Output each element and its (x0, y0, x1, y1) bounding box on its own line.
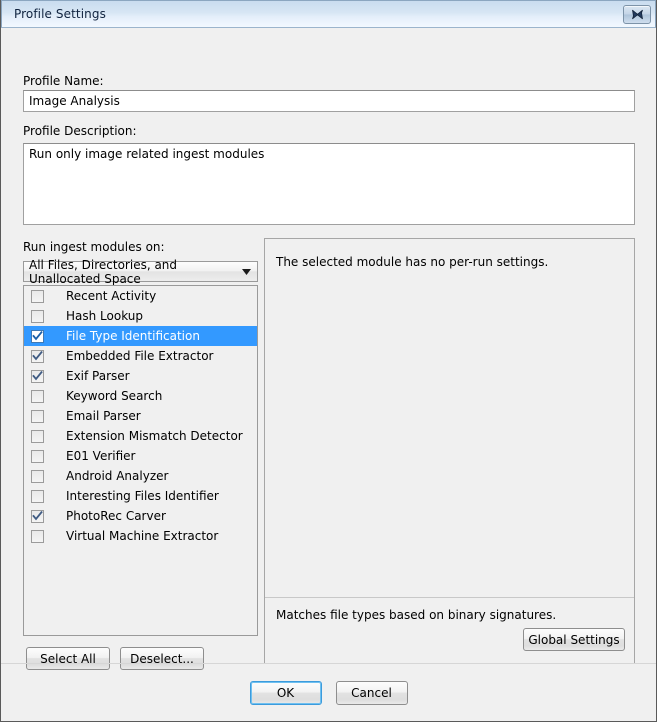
module-label: Hash Lookup (66, 309, 143, 323)
profile-description-label: Profile Description: (23, 124, 137, 138)
module-label: PhotoRec Carver (66, 509, 166, 523)
ingest-module-list[interactable]: Recent Activity Hash Lookup File Type Iden… (23, 285, 258, 636)
checkbox-unchecked-icon[interactable] (31, 530, 44, 543)
close-icon (631, 9, 644, 20)
module-label: Extension Mismatch Detector (66, 429, 243, 443)
module-settings-panel: The selected module has no per-run setti… (264, 238, 635, 664)
dialog-footer: OK Cancel (1, 663, 656, 721)
module-label: Interesting Files Identifier (66, 489, 219, 503)
checkbox-unchecked-icon[interactable] (31, 430, 44, 443)
ok-button[interactable]: OK (250, 681, 322, 705)
module-row[interactable]: PhotoRec Carver (24, 506, 257, 526)
cancel-button[interactable]: Cancel (336, 681, 408, 705)
module-row[interactable]: Interesting Files Identifier (24, 486, 257, 506)
checkbox-unchecked-icon[interactable] (31, 490, 44, 503)
module-row[interactable]: Android Analyzer (24, 466, 257, 486)
checkbox-unchecked-icon[interactable] (31, 450, 44, 463)
module-label: Keyword Search (66, 389, 162, 403)
window-title: Profile Settings (14, 7, 623, 21)
run-ingest-modules-dropdown[interactable]: All Files, Directories, and Unallocated … (23, 261, 258, 282)
checkbox-unchecked-icon[interactable] (31, 390, 44, 403)
module-label: Virtual Machine Extractor (66, 529, 218, 543)
no-per-run-settings-text: The selected module has no per-run setti… (276, 255, 548, 269)
profile-description-textarea[interactable]: Run only image related ingest modules (23, 143, 635, 225)
module-row[interactable]: Extension Mismatch Detector (24, 426, 257, 446)
checkbox-unchecked-icon[interactable] (31, 290, 44, 303)
checkbox-checked-icon[interactable] (31, 510, 44, 523)
module-row[interactable]: Recent Activity (24, 286, 257, 306)
panel-divider (265, 597, 634, 598)
module-label: Android Analyzer (66, 469, 168, 483)
module-row[interactable]: Hash Lookup (24, 306, 257, 326)
checkbox-checked-icon[interactable] (31, 370, 44, 383)
module-row[interactable]: Embedded File Extractor (24, 346, 257, 366)
checkbox-unchecked-icon[interactable] (31, 470, 44, 483)
module-row[interactable]: Keyword Search (24, 386, 257, 406)
checkbox-checked-icon[interactable] (31, 350, 44, 363)
dropdown-selected-value: All Files, Directories, and Unallocated … (29, 258, 235, 286)
profile-name-label: Profile Name: (23, 74, 104, 88)
dialog-body: Profile Name: Image Analysis Profile Des… (1, 28, 656, 721)
module-row[interactable]: File Type Identification (24, 326, 257, 346)
module-label: File Type Identification (66, 329, 200, 343)
module-label: Recent Activity (66, 289, 156, 303)
module-label: Email Parser (66, 409, 141, 423)
checkbox-unchecked-icon[interactable] (31, 310, 44, 323)
close-button[interactable] (623, 5, 651, 24)
module-row[interactable]: Exif Parser (24, 366, 257, 386)
run-ingest-modules-label: Run ingest modules on: (23, 240, 165, 254)
module-description-text: Matches file types based on binary signa… (276, 608, 556, 622)
module-row[interactable]: E01 Verifier (24, 446, 257, 466)
chevron-down-icon (235, 269, 257, 275)
profile-name-input[interactable]: Image Analysis (23, 90, 635, 112)
module-label: E01 Verifier (66, 449, 135, 463)
module-label: Exif Parser (66, 369, 130, 383)
title-bar: Profile Settings (1, 0, 656, 28)
global-settings-button[interactable]: Global Settings (523, 628, 625, 651)
checkbox-checked-icon[interactable] (31, 330, 44, 343)
profile-settings-dialog: Profile Settings Profile Name: Image Ana… (0, 0, 657, 722)
module-label: Embedded File Extractor (66, 349, 213, 363)
module-row[interactable]: Virtual Machine Extractor (24, 526, 257, 546)
module-row[interactable]: Email Parser (24, 406, 257, 426)
checkbox-unchecked-icon[interactable] (31, 410, 44, 423)
